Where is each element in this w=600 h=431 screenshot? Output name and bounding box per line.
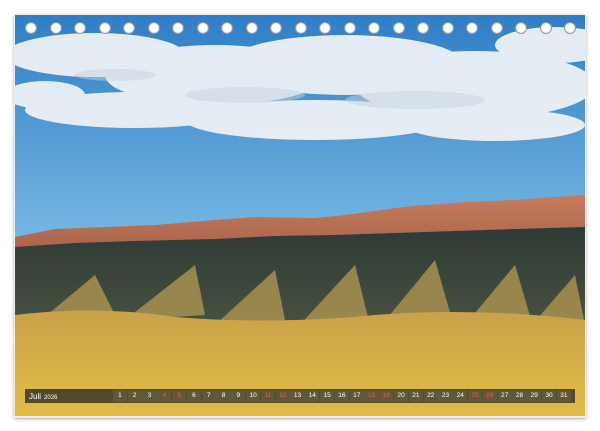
day-cell: 23 — [438, 390, 453, 402]
day-cell: 25 — [467, 390, 483, 402]
binding-ring — [441, 22, 454, 34]
day-cell: 27 — [497, 390, 512, 402]
binding-ring — [539, 22, 552, 34]
day-cell: 5 — [171, 390, 187, 402]
day-cell: 7 — [201, 390, 216, 402]
day-cell: 3 — [142, 390, 157, 402]
calendar-strip: Juli 2026 1 2 3 4 5 6 7 8 9 10 11 12 13 14 15 16 17 18 19 20… — [25, 389, 575, 403]
day-cell: 20 — [393, 390, 409, 402]
year-label: 2026 — [44, 394, 58, 401]
day-cell: 11 — [260, 390, 276, 402]
binding-ring — [74, 22, 86, 34]
binding-ring — [392, 22, 405, 34]
landscape-illustration — [15, 15, 585, 416]
landscape-photo — [15, 15, 585, 416]
binding-ring — [417, 22, 429, 34]
day-cell: 31 — [556, 390, 571, 402]
day-cell: 28 — [512, 390, 527, 402]
binding-ring — [490, 22, 503, 34]
day-cell: 1 — [112, 390, 128, 402]
binding-ring — [123, 22, 135, 34]
binding-ring — [319, 22, 331, 34]
day-cell: 19 — [379, 390, 394, 402]
day-cell: 29 — [527, 390, 542, 402]
binding-ring — [172, 22, 184, 34]
day-cell: 30 — [541, 390, 557, 402]
binding-ring — [564, 22, 576, 34]
binding-ring — [25, 22, 37, 34]
day-cell: 24 — [453, 390, 468, 402]
day-cell: 22 — [423, 390, 438, 402]
day-cell: 4 — [157, 390, 172, 402]
day-cell: 10 — [245, 390, 261, 402]
binding-ring — [147, 22, 160, 34]
binding-ring — [294, 22, 307, 34]
binding-ring — [343, 22, 356, 34]
day-cell: 14 — [305, 390, 320, 402]
month-label: Juli 2026 — [25, 392, 57, 401]
day-cell: 21 — [408, 390, 424, 402]
day-cell: 17 — [349, 390, 364, 402]
day-cell: 8 — [216, 390, 231, 402]
day-cell: 12 — [275, 390, 290, 402]
spiral-binding — [0, 22, 600, 40]
binding-ring — [368, 22, 380, 34]
month-name: Juli — [29, 391, 42, 401]
day-cells: 1 2 3 4 5 6 7 8 9 10 11 12 13 14 15 16 17 18 19 20 21 22 23 24 2… — [112, 389, 575, 403]
day-cell: 15 — [319, 390, 335, 402]
binding-ring — [515, 22, 527, 34]
day-cell: 13 — [290, 390, 305, 402]
day-cell: 2 — [127, 390, 142, 402]
day-cell: 26 — [482, 390, 498, 402]
binding-ring — [49, 22, 62, 34]
day-cell: 16 — [334, 390, 350, 402]
binding-ring — [221, 22, 233, 34]
binding-ring — [466, 22, 478, 34]
binding-ring — [245, 22, 258, 34]
day-cell: 18 — [364, 390, 379, 402]
binding-ring — [270, 22, 282, 34]
day-cell: 9 — [231, 390, 246, 402]
binding-ring — [196, 22, 209, 34]
day-cell: 6 — [186, 390, 202, 402]
binding-ring — [98, 22, 111, 34]
